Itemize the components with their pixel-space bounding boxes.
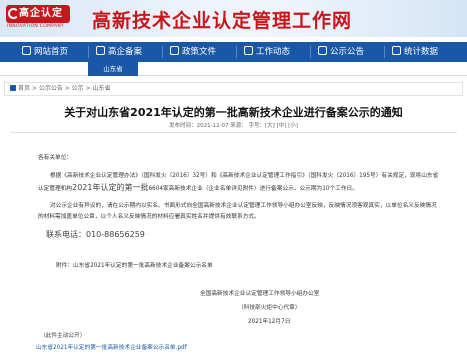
salutation: 各有关单位： [38, 155, 73, 161]
paragraph-1-line-2: 认定管理机构2021年认定的第一批6604家高新技术企业（企业名单详见附件）进行… [38, 184, 358, 193]
signature-date: 2021年12月7日 [248, 319, 291, 325]
nav-item-filing[interactable]: 高企备案 [96, 42, 142, 62]
nav-item-policy[interactable]: 政策文件 [170, 42, 216, 62]
nav-label: 公示公告 [330, 47, 365, 57]
nav-item-notices[interactable]: 公示公告 [318, 42, 364, 62]
site-header: 高企认定 INNOVATION COMPANY 高新技术企业认定管理工作网 [0, 0, 467, 37]
article-title: 关于对山东省2021年认定的第一批高新技术企业进行备案公示的通知 [64, 106, 403, 119]
signature-org: 全国高新技术企业认定管理工作领导小组办公室 [200, 291, 320, 297]
main-navigation: 网站首页 高企备案 政策文件 工作动态 公示公告 统计数据 [0, 42, 467, 62]
paragraph-1-line-1: 根据《高新技术企业认定管理办法》（国科发火〔2016〕32号）和《高新技术企业认… [50, 173, 439, 179]
article-meta: 发布时间：2021-12-07 来源： 字号：[大] [中] [小] [169, 123, 298, 129]
nav-label: 网站首页 [34, 47, 69, 57]
nav-divider [88, 46, 89, 58]
nav-item-statistics[interactable]: 统计数据 [392, 42, 438, 62]
nav-divider [384, 46, 385, 58]
logo-subtitle: INNOVATION COMPANY [7, 24, 65, 29]
folder-icon [170, 46, 179, 55]
text-run: 6604家高新技术企业（企业名单详见附件）进行备案公示，公示期为10个工作日。 [148, 186, 358, 192]
nav-divider [236, 46, 237, 58]
logo-swirl-icon [8, 8, 19, 19]
nav-divider [162, 46, 163, 58]
home-icon [10, 85, 16, 91]
nav-item-home[interactable]: 网站首页 [22, 42, 68, 62]
site-title: 高新技术企业认定管理工作网 [92, 10, 353, 32]
nav-label: 统计数据 [404, 47, 439, 57]
site-logo[interactable]: 高企认定 INNOVATION COMPANY [6, 5, 70, 33]
nav-divider [310, 46, 311, 58]
attachment-file-link[interactable]: 山东省2021年认定的第一批高新技术企业备案公示名单.pdf [36, 344, 187, 352]
breadcrumb-text[interactable]: 首页 > 公示公告 > 公示 > 山东省 [18, 85, 111, 92]
chart-icon [392, 46, 401, 55]
publication-note: （此件主动公开） [40, 333, 86, 339]
nav-label: 高企备案 [108, 47, 143, 57]
tab-shandong[interactable]: 山东省 [88, 62, 138, 76]
paragraph-2-line-2: 的材料需加盖单位公章，以个人名义反映情况的材料应署真实姓名并提供有效联系方式。 [38, 214, 260, 220]
nav-label: 政策文件 [182, 47, 217, 57]
paragraph-2-line-1: 对公示企业有异议的，请在公示期内以实名、书面形式向全国高新技术企业认定管理工作领… [50, 203, 437, 209]
news-icon [244, 46, 253, 55]
home-icon [22, 46, 31, 55]
nav-item-news[interactable]: 工作动态 [244, 42, 290, 62]
nav-label: 工作动态 [256, 47, 291, 57]
text-run-large: 2021年认定的第一批 [72, 183, 149, 192]
logo-text: 高企认定 [19, 8, 63, 19]
divider [10, 132, 457, 133]
sub-tab-bar: 山东省 [0, 62, 467, 76]
logo-badge: 高企认定 [6, 5, 70, 23]
signature-sub: （科技部火炬中心代章） [238, 305, 301, 311]
breadcrumb: 首页 > 公示公告 > 公示 > 山东省 [4, 82, 463, 96]
contact-phone: 联系电话：010-88656259 [46, 230, 145, 239]
text-run: 认定管理机构 [38, 186, 73, 192]
bell-icon [318, 46, 327, 55]
attachment-label: 附件：山东省2021年认定的第一批高新技术企业备案公示名单 [56, 263, 213, 269]
document-icon [96, 46, 105, 55]
